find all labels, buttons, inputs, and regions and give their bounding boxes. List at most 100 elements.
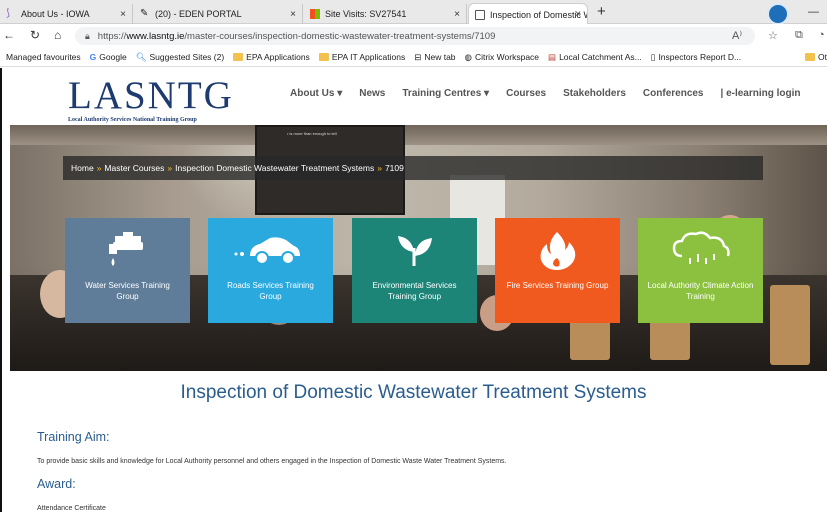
tab-inspection-active[interactable]: Inspection of Domestic Wastewa × xyxy=(468,3,588,25)
favorite-label: EPA Applications xyxy=(246,52,310,62)
tile-label: Local Authority Climate Action Training xyxy=(647,281,754,301)
lock-icon: 🔒︎ xyxy=(85,30,90,41)
cloud-rain-icon xyxy=(672,231,730,264)
url-domain: www.lasntg.ie xyxy=(126,30,185,42)
favorite-google[interactable]: G Google xyxy=(90,52,127,62)
nav-stakeholders[interactable]: Stakeholders xyxy=(563,88,626,99)
breadcrumb-home[interactable]: Home xyxy=(71,163,94,173)
tab-site-visits[interactable]: Site Visits: SV27541 × xyxy=(304,4,467,24)
iowa-favicon-icon: ⟆ xyxy=(6,8,10,19)
tile-label: Water Services Training Group xyxy=(85,281,170,301)
google-icon: G xyxy=(89,52,97,62)
tile-label: Fire Services Training Group xyxy=(506,281,609,290)
award-heading: Award: xyxy=(37,477,76,491)
nav-conferences[interactable]: Conferences xyxy=(643,88,704,99)
favorites-bar: Managed favourites G Google 🔍︎ Suggested S… xyxy=(0,48,827,67)
site-logo-subtitle: Local Authority Services National Traini… xyxy=(68,117,197,123)
minimize-button[interactable]: — xyxy=(808,6,819,18)
page-icon: ▤ xyxy=(548,51,557,62)
screen-text: • is more than enough to tell xyxy=(287,131,337,136)
tile-fire-services[interactable]: Fire Services Training Group xyxy=(495,218,620,323)
read-aloud-icon[interactable]: A⁾ xyxy=(732,29,742,42)
tab-title: (20) - EDEN PORTAL xyxy=(155,9,242,19)
breadcrumb-separator: » xyxy=(377,163,382,173)
favorite-label: Suggested Sites (2) xyxy=(149,52,225,62)
favorite-epa-it-applications[interactable]: EPA IT Applications xyxy=(318,52,406,62)
profile-avatar[interactable] xyxy=(767,3,789,25)
pen-favicon-icon: ✎ xyxy=(140,8,149,19)
folder-icon xyxy=(233,53,244,61)
home-icon[interactable]: ⌂ xyxy=(54,28,61,42)
new-tab-button[interactable]: + xyxy=(597,4,606,19)
nav-training-centres[interactable]: Training Centres ▾ xyxy=(402,88,489,99)
favorite-label: Citrix Workspace xyxy=(474,52,540,62)
other-favorites-folder[interactable]: Ot xyxy=(805,52,827,62)
tab-about-us-iowa[interactable]: ⟆ About Us - IOWA × xyxy=(0,4,133,24)
award-text: Attendance Certificate xyxy=(37,505,106,512)
window-edge xyxy=(0,68,2,512)
close-tab-icon[interactable]: × xyxy=(575,9,581,20)
favorite-local-catchment[interactable]: ▤ Local Catchment As... xyxy=(548,52,642,63)
training-aim-heading: Training Aim: xyxy=(37,430,110,444)
tile-roads-services[interactable]: Roads Services Training Group xyxy=(208,218,333,323)
nav-news[interactable]: News xyxy=(359,88,385,99)
newtab-icon: ⊟ xyxy=(414,51,422,62)
breadcrumb: Home » Master Courses » Inspection Domes… xyxy=(63,156,763,180)
address-bar-row: ← ↻ ⌂ 🔒︎ https://www.lasntg.ie/master-co… xyxy=(0,24,827,48)
url-path: /master-courses/inspection-domestic-wast… xyxy=(184,30,496,42)
back-icon[interactable]: ← xyxy=(3,28,15,42)
folder-icon xyxy=(318,53,329,61)
page-icon: ▯ xyxy=(650,51,656,62)
browser-tab-strip: ⟆ About Us - IOWA × ✎ (20) - EDEN PORTAL… xyxy=(0,0,827,25)
managed-favourites-folder[interactable]: Managed favourites xyxy=(6,52,81,62)
tile-label: Roads Services Training Group xyxy=(227,281,314,301)
tile-climate-action[interactable]: Local Authority Climate Action Training xyxy=(638,218,763,323)
favorites-label: Managed favourites xyxy=(6,52,81,62)
site-logo[interactable]: LASNTG xyxy=(68,76,234,116)
citrix-icon: ◍ xyxy=(464,51,472,62)
nav-about-us[interactable]: About Us ▾ xyxy=(290,88,342,99)
water-tap-icon xyxy=(109,232,143,266)
search-icon: 🔍︎ xyxy=(135,51,147,62)
favorite-label: EPA IT Applications xyxy=(331,52,406,62)
nav-courses[interactable]: Courses xyxy=(506,88,546,99)
close-tab-icon[interactable]: × xyxy=(290,9,296,20)
favorite-label: Google xyxy=(99,52,127,62)
favorite-new-tab[interactable]: ⊟ New tab xyxy=(414,52,455,63)
site-header: LASNTG Local Authority Services National… xyxy=(0,68,827,126)
favorite-suggested-sites[interactable]: 🔍︎ Suggested Sites (2) xyxy=(136,52,224,63)
breadcrumb-course[interactable]: Inspection Domestic Wastewater Treatment… xyxy=(175,163,374,173)
grid-favicon-icon xyxy=(310,9,320,19)
favorite-label: Inspectors Report D... xyxy=(658,52,742,62)
page-title: Inspection of Domestic Wastewater Treatm… xyxy=(180,382,647,403)
favorites-star-icon[interactable]: ☆ xyxy=(768,29,778,42)
url-input[interactable]: 🔒︎ https://www.lasntg.ie/master-courses/… xyxy=(75,27,755,45)
car-icon xyxy=(234,237,300,265)
page-favicon-icon xyxy=(475,9,485,20)
tab-title: About Us - IOWA xyxy=(21,9,90,19)
leaves-icon xyxy=(398,236,432,266)
refresh-icon[interactable]: ↻ xyxy=(30,28,40,42)
favorite-label: New tab xyxy=(424,52,456,62)
collections-icon[interactable]: ⧉ xyxy=(795,29,803,42)
tile-environmental-services[interactable]: Environmental Services Training Group xyxy=(352,218,477,323)
nav-elearning-login[interactable]: | e-learning login xyxy=(721,88,801,99)
breadcrumb-separator: » xyxy=(96,163,102,173)
favorite-epa-applications[interactable]: EPA Applications xyxy=(233,52,310,62)
training-aim-text: To provide basic skills and knowledge fo… xyxy=(37,458,507,465)
close-tab-icon[interactable]: × xyxy=(120,9,126,20)
web-page: LASNTG Local Authority Services National… xyxy=(0,68,827,512)
tab-title: Inspection of Domestic Wastewa xyxy=(490,9,587,20)
url-prefix: https:// xyxy=(97,30,127,42)
favorite-inspectors-report[interactable]: ▯ Inspectors Report D... xyxy=(651,52,741,63)
tab-eden-portal[interactable]: ✎ (20) - EDEN PORTAL × xyxy=(134,4,303,24)
extensions-icon[interactable]: ◔ xyxy=(818,29,825,41)
main-nav: About Us ▾ News Training Centres ▾ Cours… xyxy=(290,88,818,99)
favorite-label: Ot xyxy=(818,52,827,62)
favorite-citrix[interactable]: ◍ Citrix Workspace xyxy=(465,52,540,63)
tile-label: Environmental Services Training Group xyxy=(372,281,457,301)
close-tab-icon[interactable]: × xyxy=(454,9,460,20)
breadcrumb-separator: » xyxy=(167,163,173,173)
breadcrumb-master-courses[interactable]: Master Courses xyxy=(104,163,164,173)
tile-water-services[interactable]: Water Services Training Group xyxy=(65,218,190,323)
